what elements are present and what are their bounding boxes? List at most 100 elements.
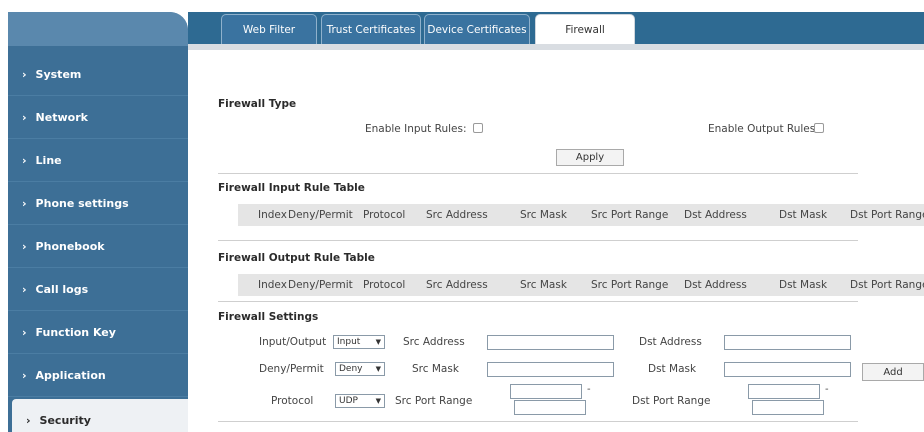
sidebar-item-label: Network: [35, 110, 88, 124]
col-dst-port-range: Dst Port Range: [850, 209, 924, 221]
firewall-settings-title: Firewall Settings: [218, 311, 319, 323]
tab-label: Firewall: [565, 23, 605, 36]
dropdown-arrow-icon: ▼: [375, 365, 381, 373]
input-rule-table-title: Firewall Input Rule Table: [218, 182, 365, 194]
col-protocol: Protocol: [363, 279, 406, 291]
dst-port-range-label: Dst Port Range: [632, 395, 711, 407]
sidebar-item-label: Phone settings: [35, 196, 129, 210]
sidebar-item-phonebook[interactable]: › Phonebook: [8, 225, 188, 268]
src-mask-input[interactable]: [487, 362, 614, 377]
sidebar-item-label: Call logs: [35, 282, 89, 296]
tab-trust-certificates[interactable]: Trust Certificates: [321, 14, 421, 44]
input-rule-table-header: Index Deny/Permit Protocol Src Address S…: [238, 204, 924, 226]
chevron-right-icon: ›: [22, 153, 27, 167]
firewall-type-title: Firewall Type: [218, 98, 297, 110]
sidebar-item-phone-settings[interactable]: › Phone settings: [8, 182, 188, 225]
dst-port-start-input[interactable]: [748, 384, 820, 399]
chevron-right-icon: ›: [22, 110, 27, 124]
add-button[interactable]: Add: [862, 363, 924, 381]
col-src-port-range: Src Port Range: [591, 279, 669, 291]
chevron-right-icon: ›: [22, 67, 27, 81]
col-protocol: Protocol: [363, 209, 406, 221]
sidebar-item-security[interactable]: › Security: [12, 399, 188, 432]
enable-input-rules-checkbox[interactable]: [473, 123, 483, 133]
add-button-label: Add: [883, 366, 903, 378]
sidebar-item-label: Security: [39, 413, 91, 427]
enable-output-rules-label: Enable Output Rules:: [708, 123, 819, 135]
col-dst-address: Dst Address: [684, 279, 747, 291]
col-dst-mask: Dst Mask: [779, 279, 828, 291]
section-divider: [218, 421, 858, 422]
src-port-start-input[interactable]: [510, 384, 582, 399]
range-separator: -: [587, 384, 591, 395]
src-mask-label: Src Mask: [412, 363, 459, 375]
sidebar: › System › Network › Line › Phone settin…: [8, 12, 188, 432]
col-deny-permit: Deny/Permit: [288, 279, 353, 291]
chevron-right-icon: ›: [22, 239, 27, 253]
deny-permit-select[interactable]: Deny ▼: [335, 362, 385, 376]
sidebar-item-call-logs[interactable]: › Call logs: [8, 268, 188, 311]
chevron-right-icon: ›: [22, 325, 27, 339]
tab-label: Trust Certificates: [326, 23, 416, 36]
tab-device-certificates[interactable]: Device Certificates: [424, 14, 530, 44]
sidebar-item-label: Function Key: [35, 325, 116, 339]
sidebar-item-label: Phonebook: [35, 239, 105, 253]
section-divider: [218, 301, 858, 302]
dst-mask-label: Dst Mask: [648, 363, 697, 375]
sidebar-item-label: System: [35, 67, 82, 81]
tab-web-filter[interactable]: Web Filter: [221, 14, 317, 44]
apply-button[interactable]: Apply: [556, 149, 624, 166]
tab-bar-underline: [188, 44, 924, 50]
chevron-right-icon: ›: [22, 282, 27, 296]
sidebar-item-line[interactable]: › Line: [8, 139, 188, 182]
sidebar-item-label: Application: [35, 368, 106, 382]
section-divider: [218, 240, 858, 241]
dst-address-input[interactable]: [724, 335, 851, 350]
protocol-label: Protocol: [271, 395, 314, 407]
col-dst-mask: Dst Mask: [779, 209, 828, 221]
tab-firewall[interactable]: Firewall: [535, 14, 635, 44]
col-dst-port-range: Dst Port Range: [850, 279, 924, 291]
output-rule-table-title: Firewall Output Rule Table: [218, 252, 375, 264]
chevron-right-icon: ›: [26, 413, 31, 427]
protocol-select[interactable]: UDP ▼: [335, 394, 385, 408]
dst-port-end-input[interactable]: [752, 400, 824, 415]
enable-output-rules-checkbox[interactable]: [814, 123, 824, 133]
sidebar-header: [8, 12, 188, 46]
sidebar-item-application[interactable]: › Application: [8, 354, 188, 397]
sidebar-item-network[interactable]: › Network: [8, 96, 188, 139]
col-src-address: Src Address: [426, 279, 488, 291]
input-output-value: Input: [337, 337, 361, 347]
src-address-input[interactable]: [487, 335, 614, 350]
tab-label: Device Certificates: [427, 23, 527, 36]
tab-label: Web Filter: [242, 23, 296, 36]
sidebar-item-function-key[interactable]: › Function Key: [8, 311, 188, 354]
sidebar-item-label: Line: [35, 153, 62, 167]
dropdown-arrow-icon: ▼: [375, 397, 381, 405]
chevron-right-icon: ›: [22, 368, 27, 382]
src-port-end-input[interactable]: [514, 400, 586, 415]
col-src-address: Src Address: [426, 209, 488, 221]
col-index: Index: [258, 279, 287, 291]
apply-button-label: Apply: [575, 152, 605, 163]
col-dst-address: Dst Address: [684, 209, 747, 221]
dst-mask-input[interactable]: [724, 362, 851, 377]
output-rule-table-header: Index Deny/Permit Protocol Src Address S…: [238, 274, 924, 296]
deny-permit-label: Deny/Permit: [259, 363, 324, 375]
range-separator: -: [825, 384, 829, 395]
dst-address-label: Dst Address: [639, 336, 702, 348]
col-src-port-range: Src Port Range: [591, 209, 669, 221]
enable-input-rules-label: Enable Input Rules:: [365, 123, 467, 135]
col-src-mask: Src Mask: [520, 279, 567, 291]
sidebar-item-system[interactable]: › System: [8, 53, 188, 96]
src-address-label: Src Address: [403, 336, 465, 348]
src-port-range-label: Src Port Range: [395, 395, 473, 407]
input-output-label: Input/Output: [259, 336, 327, 348]
deny-permit-value: Deny: [339, 364, 363, 374]
col-deny-permit: Deny/Permit: [288, 209, 353, 221]
section-divider: [218, 173, 858, 174]
protocol-value: UDP: [339, 396, 358, 406]
chevron-right-icon: ›: [22, 196, 27, 210]
input-output-select[interactable]: Input ▼: [333, 335, 385, 349]
col-index: Index: [258, 209, 287, 221]
